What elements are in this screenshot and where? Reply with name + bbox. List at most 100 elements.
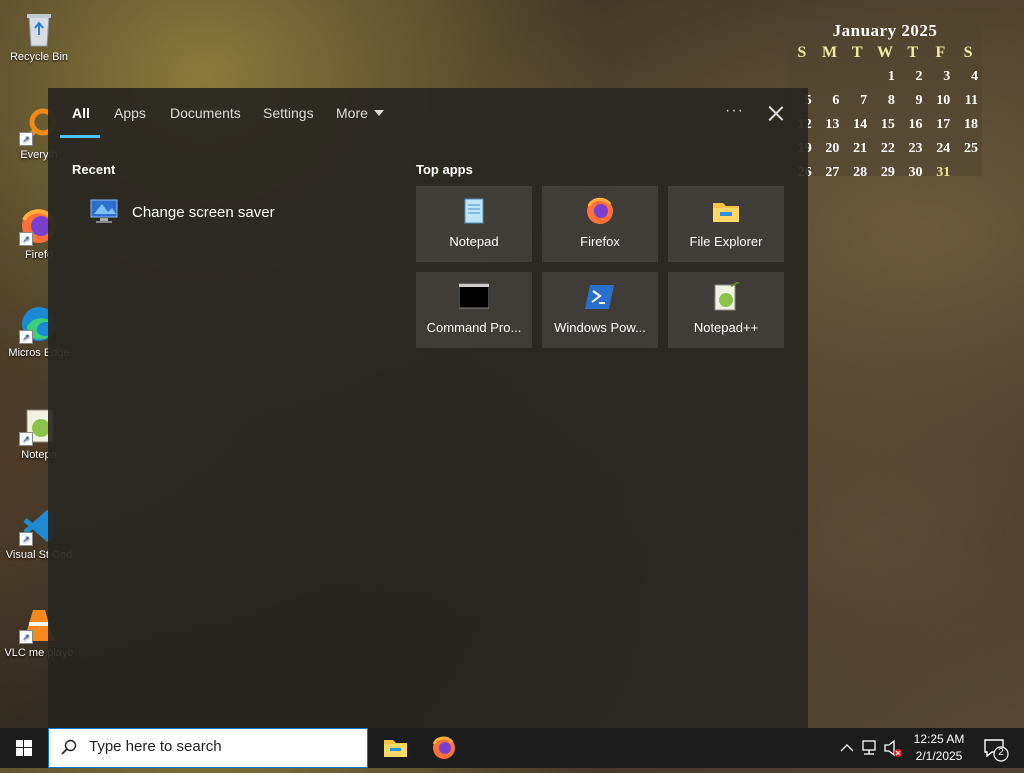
firefox-icon bbox=[585, 196, 615, 226]
calendar-day: 2 bbox=[915, 69, 923, 84]
taskbar-file-explorer[interactable] bbox=[371, 728, 419, 768]
calendar-day: 11 bbox=[964, 93, 978, 108]
calendar-day: 7 bbox=[860, 93, 868, 108]
notepadplusplus-icon bbox=[711, 281, 741, 312]
powershell-icon bbox=[585, 282, 615, 312]
notepad-icon bbox=[459, 196, 489, 226]
screen-saver-icon bbox=[90, 198, 118, 224]
recent-item-label: Change screen saver bbox=[132, 204, 275, 221]
calendar-day: 30 bbox=[908, 165, 923, 180]
calendar-day: 18 bbox=[964, 117, 978, 132]
calendar-day: 10 bbox=[936, 93, 951, 108]
app-tile-label: Notepad++ bbox=[693, 320, 759, 335]
more-options-button[interactable]: ··· bbox=[725, 102, 744, 120]
app-tile-file-explorer[interactable]: File Explorer bbox=[668, 186, 784, 262]
tab-more-label: More bbox=[336, 105, 368, 121]
calendar-day: 9 bbox=[915, 93, 923, 108]
desktop-icon-recycle-bin[interactable]: Recycle Bin bbox=[4, 8, 74, 64]
top-apps-heading: Top apps bbox=[416, 162, 473, 177]
app-tile-notepadplusplus[interactable]: Notepad++ bbox=[668, 272, 784, 348]
shortcut-arrow-icon: ↗ bbox=[19, 630, 33, 644]
search-icon bbox=[61, 739, 77, 755]
weekday-label: W bbox=[876, 44, 893, 61]
desktop-icon-label: Recycle Bin bbox=[9, 51, 69, 63]
calendar-day: 1 bbox=[887, 69, 895, 84]
calendar-day: 6 bbox=[832, 93, 840, 108]
calendar-day: 21 bbox=[853, 141, 868, 156]
shortcut-arrow-icon: ↗ bbox=[19, 232, 33, 246]
calendar-day: 8 bbox=[887, 93, 895, 108]
recent-item-change-screen-saver[interactable]: Change screen saver bbox=[88, 196, 388, 228]
weekday-label: S bbox=[963, 44, 973, 61]
calendar-day bbox=[788, 65, 816, 89]
file-explorer-icon bbox=[711, 196, 741, 226]
app-tile-firefox[interactable]: Firefox bbox=[542, 186, 658, 262]
clock-time: 12:25 AM bbox=[913, 732, 965, 746]
show-hidden-icons-button[interactable] bbox=[838, 728, 856, 768]
weekday-label: F bbox=[935, 44, 946, 61]
taskbar-firefox[interactable] bbox=[420, 728, 468, 768]
taskbar-clock[interactable]: 12:25 AM 2/1/2025 bbox=[900, 731, 978, 765]
app-tile-notepad[interactable]: Notepad bbox=[416, 186, 532, 262]
tab-settings[interactable]: Settings bbox=[263, 105, 314, 121]
active-tab-indicator bbox=[60, 135, 100, 138]
tab-documents[interactable]: Documents bbox=[170, 105, 241, 121]
calendar-day: 29 bbox=[880, 165, 895, 180]
taskbar-search-box[interactable] bbox=[48, 728, 368, 768]
command-prompt-icon bbox=[458, 282, 490, 312]
shortcut-arrow-icon: ↗ bbox=[19, 432, 33, 446]
calendar-day: 28 bbox=[853, 165, 868, 180]
clock-date: 2/1/2025 bbox=[915, 749, 963, 763]
calendar-day bbox=[954, 161, 982, 185]
app-tile-label: File Explorer bbox=[689, 234, 763, 249]
app-tile-label: Notepad bbox=[449, 234, 499, 249]
recycle-bin-icon bbox=[19, 8, 59, 48]
calendar-day: 17 bbox=[936, 117, 951, 132]
shortcut-arrow-icon: ↗ bbox=[19, 132, 33, 146]
tab-more[interactable]: More bbox=[336, 105, 384, 121]
calendar-day: 23 bbox=[908, 141, 923, 156]
calendar-grid: S M T W T F S 1 2 3 4 5 6 7 8 9 10 11 12 bbox=[788, 41, 982, 185]
calendar-day-today: 31 bbox=[936, 165, 951, 180]
calendar-day: 16 bbox=[908, 117, 923, 132]
tab-all[interactable]: All bbox=[72, 105, 90, 121]
calendar-day: 25 bbox=[964, 141, 978, 156]
calendar-title: January 2025 bbox=[832, 21, 938, 40]
calendar-day: 14 bbox=[853, 117, 868, 132]
recent-heading: Recent bbox=[72, 162, 116, 177]
weekday-label: M bbox=[822, 44, 838, 61]
calendar-day bbox=[816, 65, 844, 89]
network-status[interactable] bbox=[860, 728, 882, 768]
app-tile-label: Command Pro... bbox=[426, 320, 522, 335]
chevron-up-icon bbox=[840, 744, 854, 752]
network-icon bbox=[862, 740, 876, 755]
weekday-label: T bbox=[851, 44, 863, 61]
notification-count-badge: 2 bbox=[998, 747, 1004, 758]
weekday-label: S bbox=[797, 44, 807, 61]
calendar-widget[interactable]: January 2025 S M T W T F S 1 2 3 4 5 6 7… bbox=[788, 20, 982, 180]
app-tile-label: Windows Pow... bbox=[554, 320, 646, 335]
calendar-day: 20 bbox=[825, 141, 840, 156]
start-button[interactable] bbox=[0, 728, 48, 768]
calendar-day: 15 bbox=[880, 117, 895, 132]
app-tile-command-prompt[interactable]: Command Pro... bbox=[416, 272, 532, 348]
calendar-day: 4 bbox=[971, 69, 978, 84]
calendar-day: 13 bbox=[825, 117, 840, 132]
app-tile-label: Firefox bbox=[580, 234, 620, 249]
calendar-day: 22 bbox=[880, 141, 895, 156]
weekday-label: T bbox=[907, 44, 918, 61]
shortcut-arrow-icon: ↗ bbox=[19, 532, 33, 546]
windows-logo-icon bbox=[16, 740, 32, 756]
app-tile-windows-powershell[interactable]: Windows Pow... bbox=[542, 272, 658, 348]
caret-down-icon bbox=[373, 110, 384, 116]
close-icon[interactable] bbox=[764, 102, 788, 126]
shortcut-arrow-icon: ↗ bbox=[19, 330, 33, 344]
calendar-day bbox=[843, 65, 871, 89]
calendar-day: 24 bbox=[936, 141, 951, 156]
tab-apps[interactable]: Apps bbox=[114, 105, 146, 121]
search-panel: All Apps Documents Settings More ··· Rec… bbox=[48, 88, 808, 728]
search-tabs: All Apps Documents Settings More ··· bbox=[48, 88, 808, 138]
file-explorer-icon bbox=[384, 740, 407, 757]
action-center-button[interactable]: 2 bbox=[980, 728, 1010, 768]
search-input[interactable] bbox=[87, 737, 351, 756]
